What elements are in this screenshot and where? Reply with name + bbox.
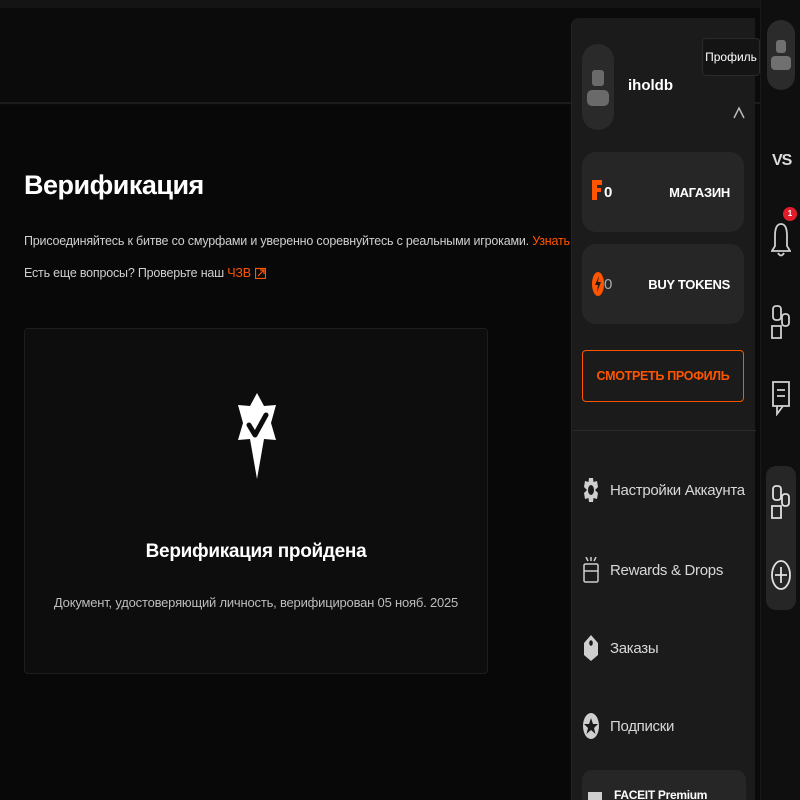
menu-item-account-settings[interactable]: Настройки Аккаунта (582, 470, 752, 510)
menu-item-label: Заказы (610, 639, 659, 657)
gear-icon (582, 478, 600, 502)
menu-item-label: FACEIT Premium (614, 788, 708, 800)
faceit-points-icon (592, 180, 602, 200)
avatar (582, 44, 614, 130)
chat-icon[interactable] (771, 380, 791, 416)
menu-divider (572, 430, 756, 431)
party-icon[interactable] (771, 304, 791, 340)
menu-item-premium[interactable]: FACEIT Premium (582, 770, 746, 800)
top-strip (0, 0, 760, 8)
main-content: Верификация Присоединяйтесь к битве со с… (0, 106, 632, 800)
tokens-balance: 0 (604, 276, 613, 293)
faq-link[interactable]: ЧЗВ (227, 266, 266, 280)
friends-icon[interactable] (771, 484, 791, 520)
shop-button[interactable]: 0 МАГАЗИН (582, 152, 744, 232)
verification-status-title: Верификация пройдена (145, 541, 367, 562)
verified-badge-icon (238, 393, 276, 479)
faq-prompt-text: Есть еще вопросы? Проверьте наш (24, 266, 224, 280)
menu-item-label: Rewards & Drops (610, 561, 724, 579)
view-profile-button[interactable]: СМОТРЕТЬ ПРОФИЛЬ (582, 350, 744, 402)
description-line-2: Есть еще вопросы? Проверьте наш ЧЗВ (24, 266, 266, 280)
chevron-up-icon[interactable] (733, 106, 745, 123)
page-title: Верификация (24, 170, 204, 200)
external-link-icon (254, 267, 266, 279)
token-icon (592, 272, 604, 296)
description-line-1: Присоединяйтесь к битве со смурфами и ув… (24, 234, 632, 248)
menu-item-label: Настройки Аккаунта (610, 481, 745, 499)
shop-label: МАГАЗИН (669, 185, 730, 200)
points-balance: 0 (604, 184, 613, 201)
verification-status-subtitle: Документ, удостоверяющий личность, вериф… (53, 595, 459, 610)
menu-item-rewards-drops[interactable]: Rewards & Drops (582, 550, 752, 590)
profile-dropdown: iholdb 0 МАГАЗИН 0 BUY TOKENS СМОТРЕТЬ П… (571, 18, 756, 800)
versus-button[interactable]: VS (772, 152, 792, 170)
star-badge-icon (582, 713, 600, 739)
tag-icon (582, 635, 600, 661)
buy-tokens-label: BUY TOKENS (648, 277, 730, 292)
menu-item-subscriptions[interactable]: Подписки (582, 706, 752, 746)
username: iholdb (628, 77, 673, 94)
bell-icon[interactable] (771, 222, 791, 258)
user-icon (587, 70, 609, 106)
verification-card: Верификация пройдена Документ, удостовер… (24, 328, 488, 674)
notification-badge: 1 (783, 207, 797, 221)
menu-item-orders[interactable]: Заказы (582, 628, 752, 668)
buy-tokens-button[interactable]: 0 BUY TOKENS (582, 244, 744, 324)
menu-item-label: Подписки (610, 717, 675, 735)
gift-box-icon (582, 557, 600, 583)
description-text: Присоединяйтесь к битве со смурфами и ув… (24, 234, 529, 248)
premium-icon (586, 788, 604, 800)
right-rail: VS 1 (760, 0, 800, 800)
profile-tooltip: Профиль (702, 38, 760, 76)
profile-avatar-button[interactable] (767, 20, 795, 90)
user-icon (771, 40, 791, 70)
add-icon[interactable] (771, 560, 791, 590)
